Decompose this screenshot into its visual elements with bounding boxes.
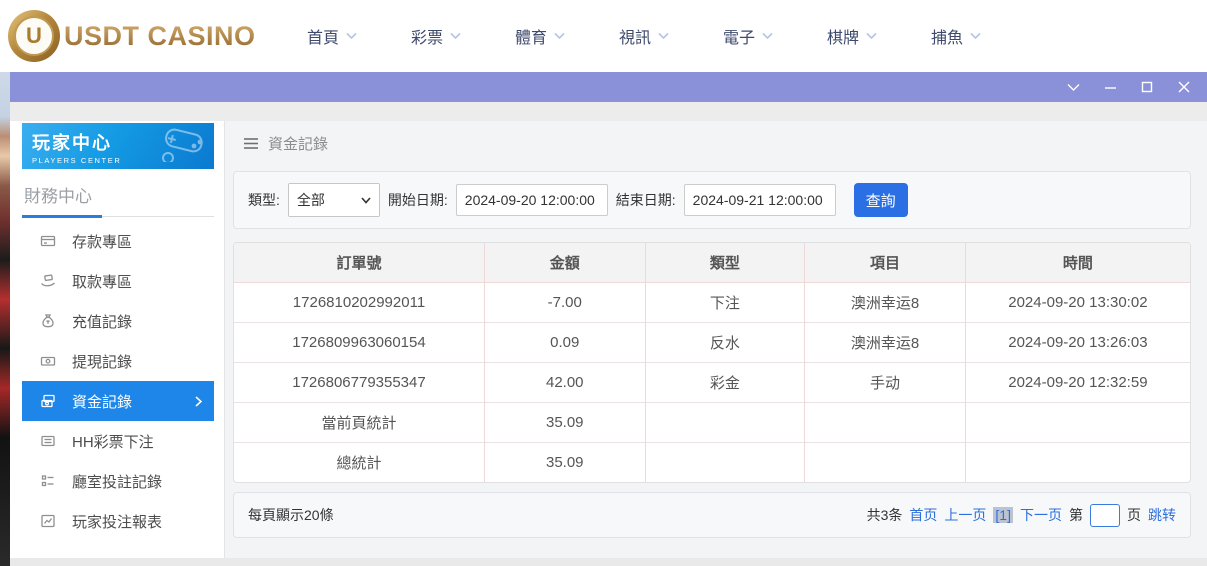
window-chrome-strip [10, 102, 1207, 121]
chevron-right-icon [195, 396, 202, 407]
chart-report-icon [40, 513, 56, 529]
sidebar-item-room-bet-records[interactable]: 廳室投註記錄 [22, 461, 214, 501]
first-page-link[interactable]: 首页 [909, 505, 937, 525]
bullet-list-icon [40, 473, 56, 489]
nav-item-cards[interactable]: 棋牌 [800, 24, 904, 48]
page-size-text: 每頁顯示20條 [248, 505, 334, 525]
money-bag-icon [40, 313, 56, 329]
table-row: 1726806779355347 42.00 彩金 手动 2024-09-20 … [234, 362, 1190, 402]
logo-text: USDT CASINO [64, 21, 256, 52]
nav-item-home[interactable]: 首頁 [280, 24, 384, 48]
background-photo [0, 72, 10, 566]
sidebar-menu: 存款專區 取款專區 充值記錄 [10, 221, 224, 541]
gamepad-icon [156, 128, 208, 162]
chevron-down-icon [866, 32, 877, 40]
breadcrumb: 資金記錄 [225, 121, 1207, 165]
total-count-text: 共3条 [867, 505, 903, 525]
section-personal-center: 個人中心 [22, 547, 214, 558]
table-row: 1726810202992011 -7.00 下注 澳洲幸运8 2024-09-… [234, 282, 1190, 322]
prev-page-link[interactable]: 上一页 [944, 505, 986, 525]
minimize-icon[interactable] [1103, 80, 1117, 94]
bank-card-icon [40, 233, 56, 249]
jump-page-input[interactable] [1090, 504, 1120, 527]
jump-link[interactable]: 跳转 [1148, 505, 1176, 525]
collapse-icon[interactable] [1066, 80, 1080, 94]
chevron-down-icon [658, 32, 669, 40]
chevron-down-icon [361, 197, 371, 204]
nav-item-sports[interactable]: 體育 [488, 24, 592, 48]
hand-money-icon [40, 273, 56, 289]
sidebar-item-withdraw-record[interactable]: 提現記錄 [22, 341, 214, 381]
app-window: 玩家中心 PLAYERS CENTER 財務中心 存款專區 [10, 72, 1207, 558]
nav-item-lottery[interactable]: 彩票 [384, 24, 488, 48]
sidebar-item-deposit[interactable]: 存款專區 [22, 221, 214, 261]
col-order-number: 訂單號 [234, 243, 484, 282]
table-header-row: 訂單號 金額 類型 項目 時間 [234, 243, 1190, 282]
ticket-list-icon [40, 433, 56, 449]
table-row: 1726809963060154 0.09 反水 澳洲幸运8 2024-09-2… [234, 322, 1190, 362]
type-select[interactable]: 全部 [288, 183, 380, 217]
jump-suffix-label: 页 [1127, 505, 1141, 525]
sidebar-item-hh-lottery-bets[interactable]: HH彩票下注 [22, 421, 214, 461]
start-date-input[interactable] [456, 184, 608, 216]
banknote-icon [40, 353, 56, 369]
sidebar: 玩家中心 PLAYERS CENTER 財務中心 存款專區 [10, 121, 225, 558]
col-type: 類型 [645, 243, 805, 282]
funds-table: 訂單號 金額 類型 項目 時間 1726810202992011 -7.00 下… [233, 242, 1191, 483]
table-row-grand-total: 總統計 35.09 [234, 442, 1190, 482]
nav-item-live[interactable]: 視訊 [592, 24, 696, 48]
window-bottom-edge [10, 558, 1207, 566]
col-time: 時間 [965, 243, 1190, 282]
close-icon[interactable] [1177, 80, 1191, 94]
start-date-label: 開始日期: [388, 190, 448, 210]
chevron-down-icon [450, 32, 461, 40]
main-content: 資金記錄 類型: 全部 開始日期: 結束日期: 查詢 [225, 121, 1207, 558]
sidebar-item-player-bet-report[interactable]: 玩家投注報表 [22, 501, 214, 541]
jump-prefix-label: 第 [1069, 505, 1083, 525]
pager: 共3条 首页 上一页 [1] 下一页 第 页 跳转 [867, 504, 1176, 527]
table-row-page-total: 當前頁統計 35.09 [234, 402, 1190, 442]
next-page-link[interactable]: 下一页 [1020, 505, 1062, 525]
nav-item-fishing[interactable]: 捕魚 [904, 24, 1008, 48]
cash-stack-icon [40, 393, 56, 409]
pagination-bar: 每頁顯示20條 共3条 首页 上一页 [1] 下一页 第 页 跳转 [233, 492, 1191, 538]
page-title: 資金記錄 [268, 133, 328, 154]
site-logo[interactable]: U USDT CASINO [8, 10, 258, 62]
site-header: U USDT CASINO 首頁 彩票 體育 視訊 電子 棋牌 捕魚 [0, 0, 1207, 72]
chevron-down-icon [346, 32, 357, 40]
sidebar-item-withdraw[interactable]: 取款專區 [22, 261, 214, 301]
chevron-down-icon [970, 32, 981, 40]
search-button[interactable]: 查詢 [854, 183, 908, 217]
end-date-label: 結束日期: [616, 190, 676, 210]
players-center-banner: 玩家中心 PLAYERS CENTER [22, 123, 214, 169]
chevron-down-icon [762, 32, 773, 40]
current-page-badge: [1] [993, 507, 1013, 523]
maximize-icon[interactable] [1140, 80, 1154, 94]
hamburger-icon[interactable] [243, 137, 259, 150]
sidebar-item-funds-record[interactable]: 資金記錄 [22, 381, 214, 421]
nav-item-slots[interactable]: 電子 [696, 24, 800, 48]
col-item: 項目 [805, 243, 966, 282]
main-nav: 首頁 彩票 體育 視訊 電子 棋牌 捕魚 [280, 24, 1008, 48]
logo-icon: U [8, 10, 60, 62]
end-date-input[interactable] [684, 184, 836, 216]
filter-bar: 類型: 全部 開始日期: 結束日期: 查詢 [233, 171, 1191, 229]
col-amount: 金額 [484, 243, 645, 282]
section-finance-center: 財務中心 [22, 169, 214, 217]
chevron-down-icon [554, 32, 565, 40]
type-label: 類型: [248, 190, 280, 210]
sidebar-item-recharge-record[interactable]: 充值記錄 [22, 301, 214, 341]
window-titlebar [10, 72, 1207, 102]
